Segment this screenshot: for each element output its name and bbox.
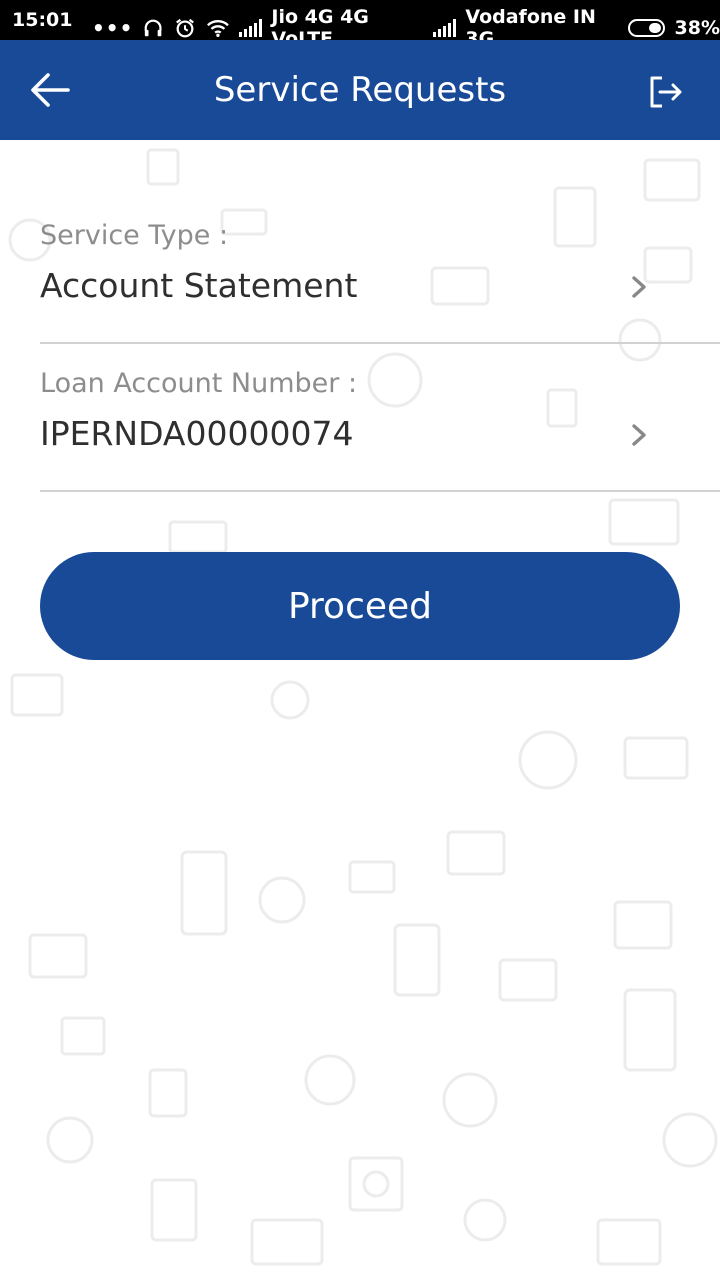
logout-icon[interactable] bbox=[648, 74, 684, 110]
status-bar: 15:01 ••• Jio 4G 4G VoLTE Vodafone IN 3G… bbox=[0, 0, 720, 50]
signal-icon bbox=[239, 19, 263, 37]
battery-icon bbox=[627, 19, 665, 37]
alarm-icon bbox=[175, 18, 194, 38]
loan-account-selector[interactable]: Loan Account Number : IPERNDA00000074 bbox=[40, 342, 720, 492]
chevron-right-icon bbox=[632, 424, 646, 446]
loan-account-label: Loan Account Number : bbox=[40, 368, 358, 399]
battery-percent: 38% bbox=[674, 17, 720, 39]
service-type-selector[interactable]: Service Type : Account Statement bbox=[40, 194, 720, 344]
loan-account-value: IPERNDA00000074 bbox=[40, 414, 354, 453]
signal-icon bbox=[433, 19, 457, 37]
service-requests-screen: 15:01 ••• Jio 4G 4G VoLTE Vodafone IN 3G… bbox=[0, 0, 720, 1280]
page-title: Service Requests bbox=[213, 70, 507, 110]
app-bar: Service Requests bbox=[0, 40, 720, 140]
chevron-right-icon bbox=[632, 276, 646, 298]
more-dots-icon: ••• bbox=[92, 16, 134, 40]
status-time: 15:01 bbox=[12, 9, 73, 31]
service-type-value: Account Statement bbox=[40, 266, 358, 305]
service-type-label: Service Type : bbox=[40, 220, 229, 251]
proceed-button[interactable]: Proceed bbox=[40, 552, 680, 660]
headphones-icon bbox=[145, 19, 162, 37]
wifi-icon bbox=[206, 20, 229, 37]
